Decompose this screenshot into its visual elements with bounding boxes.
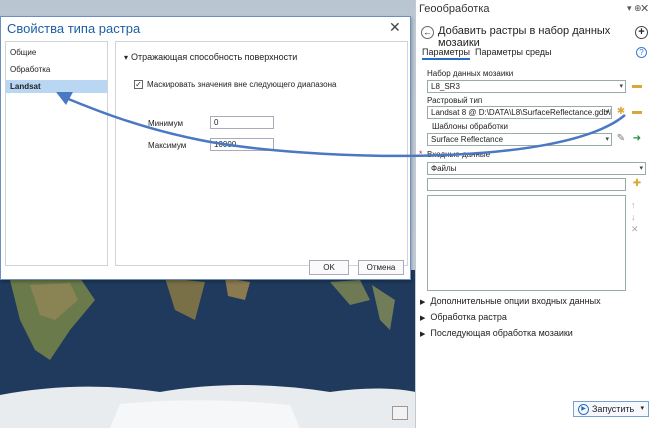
section-header[interactable]: ▾ Отражающая способность поверхности <box>124 52 297 62</box>
group-label: Обработка растра <box>430 312 507 322</box>
chevron-right-icon: ▶ <box>420 315 426 322</box>
add-file-icon[interactable]: ✚ <box>631 178 643 190</box>
input-data-label: Входные данные <box>427 150 491 159</box>
raster-type-combo[interactable]: Landsat 8 @ D:\DATA\L8\SurfaceReflectanc… <box>427 106 612 119</box>
group-mosaic-post-processing[interactable]: ▶ Последующая обработка мозаики <box>420 328 573 338</box>
help-icon[interactable]: ? <box>636 47 647 58</box>
minimum-label: Минимум <box>148 119 184 128</box>
tab-environments[interactable]: Параметры среды <box>475 47 552 57</box>
section-title: Отражающая способность поверхности <box>131 52 298 62</box>
raster-type-value: Landsat 8 @ D:\DATA\L8\SurfaceReflectanc… <box>431 108 612 117</box>
mask-values-checkbox[interactable]: ✓ <box>134 80 143 89</box>
input-path-field[interactable] <box>427 178 626 191</box>
maximum-input[interactable]: 10000 <box>210 138 274 151</box>
dialog-nav-list: Общие Обработка Landsat <box>5 41 108 266</box>
mosaic-dataset-label: Набор данных мозаики <box>427 69 514 78</box>
nav-item-general[interactable]: Общие <box>6 46 107 59</box>
dialog-content-panel: ▾ Отражающая способность поверхности ✓ Ма… <box>115 41 408 266</box>
folder-icon[interactable]: ▬ <box>631 80 643 92</box>
raster-type-label: Растровый тип <box>427 96 483 105</box>
group-label: Дополнительные опции входных данных <box>430 296 601 306</box>
chevron-down-icon: ▾ <box>124 53 129 62</box>
required-icon: * <box>419 149 423 159</box>
close-icon[interactable]: ✕ <box>389 19 401 36</box>
add-icon[interactable]: + <box>635 26 648 39</box>
arrow-right-icon[interactable]: ➜ <box>631 133 643 145</box>
chevron-right-icon: ▶ <box>420 299 426 306</box>
mosaic-dataset-value: L8_SR3 <box>431 82 460 91</box>
raster-type-properties-icon[interactable]: ✱ <box>615 106 627 118</box>
mask-values-label: Маскировать значения вне следующего диап… <box>147 80 337 89</box>
move-up-icon[interactable]: ↑ <box>631 200 636 210</box>
remove-icon[interactable]: ✕ <box>631 224 639 235</box>
group-additional-input-options[interactable]: ▶ Дополнительные опции входных данных <box>420 296 601 306</box>
nav-item-landsat[interactable]: Landsat <box>6 80 107 93</box>
play-icon: ▶ <box>578 404 589 415</box>
mask-values-checkbox-row[interactable]: ✓ Маскировать значения вне следующего ди… <box>134 80 336 89</box>
chevron-down-icon: ▾ <box>639 165 643 172</box>
dialog-title: Свойства типа растра <box>7 21 141 36</box>
group-raster-processing[interactable]: ▶ Обработка растра <box>420 312 507 322</box>
template-edit-icon[interactable]: ✎ <box>615 133 627 145</box>
chevron-down-icon: ▾ <box>605 136 609 143</box>
run-label: Запустить <box>592 404 635 414</box>
group-label: Последующая обработка мозаики <box>430 328 573 338</box>
cancel-button[interactable]: Отмена <box>358 260 404 275</box>
folder-icon[interactable]: ▬ <box>631 106 643 118</box>
mosaic-dataset-combo[interactable]: L8_SR3 ▾ <box>427 80 626 93</box>
map-tool-icon[interactable] <box>392 406 408 420</box>
processing-templates-label: Шаблоны обработки <box>432 122 509 131</box>
move-down-icon[interactable]: ↓ <box>631 212 636 222</box>
processing-templates-value: Surface Reflectance <box>431 135 504 144</box>
tool-title: Добавить растры в набор данных мозаики <box>438 25 611 49</box>
raster-type-properties-dialog: Свойства типа растра ✕ Общие Обработка L… <box>0 16 411 280</box>
back-arrow-icon[interactable]: ← <box>421 26 434 39</box>
chevron-down-icon: ▾ <box>619 83 623 90</box>
processing-templates-combo[interactable]: Surface Reflectance ▾ <box>427 133 612 146</box>
nav-item-processing[interactable]: Обработка <box>6 63 107 76</box>
input-type-combo[interactable]: Файлы ▾ <box>427 162 646 175</box>
close-icon[interactable]: ✕ <box>640 2 649 15</box>
chevron-down-icon: ▾ <box>605 109 609 116</box>
ok-button[interactable]: OK <box>309 260 349 275</box>
chevron-right-icon: ▶ <box>420 331 426 338</box>
run-button[interactable]: ▶ Запустить ▾ <box>573 401 649 417</box>
maximum-label: Максимум <box>148 141 187 150</box>
chevron-down-icon: ▾ <box>640 405 644 412</box>
geoprocessing-pane: Геообработка ▾ ⊕ ✕ ← Добавить растры в н… <box>415 0 652 428</box>
input-data-list[interactable] <box>427 195 626 291</box>
input-type-value: Файлы <box>431 164 457 173</box>
tab-parameters[interactable]: Параметры <box>422 47 470 60</box>
minimum-input[interactable]: 0 <box>210 116 274 129</box>
pane-title: Геообработка <box>419 3 490 15</box>
